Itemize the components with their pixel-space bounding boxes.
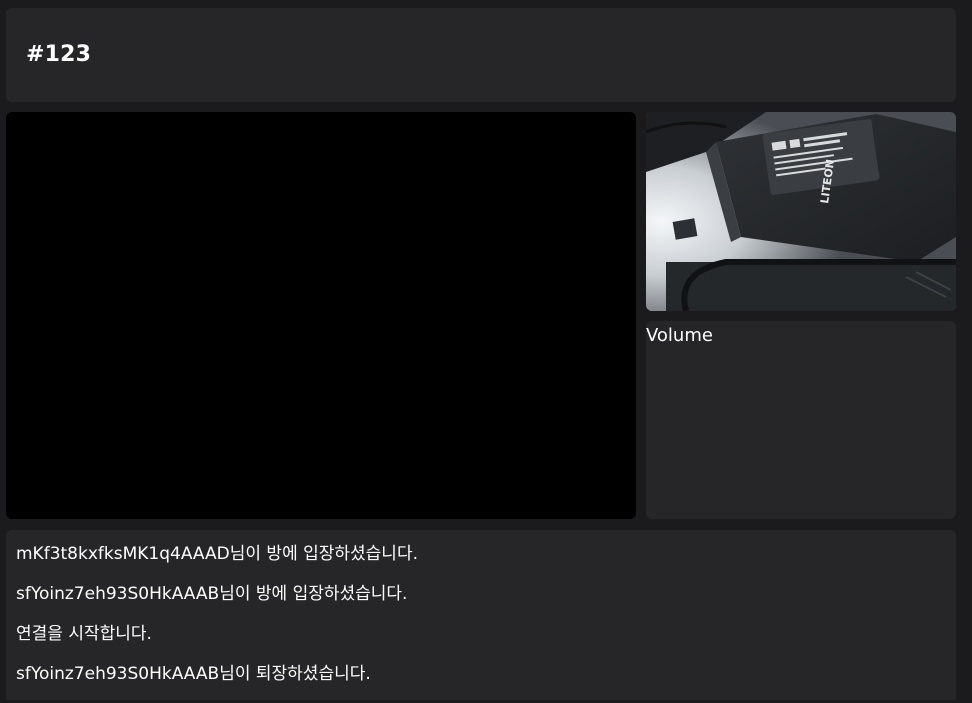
local-camera-video[interactable]: LITEON: [646, 112, 956, 311]
camera-frame-image: LITEON: [646, 112, 956, 311]
room-header: #123: [6, 8, 956, 102]
volume-label: Volume: [646, 325, 713, 346]
log-message: sfYoinz7eh93S0HkAAAB님이 방에 입장하셨습니다.: [16, 584, 408, 604]
room-title: #123: [26, 42, 92, 67]
log-message: mKf3t8kxfksMK1q4AAAD님이 방에 입장하셨습니다.: [16, 544, 418, 564]
log-message: sfYoinz7eh93S0HkAAAB님이 퇴장하셨습니다.: [16, 664, 371, 684]
chat-log-list: mKf3t8kxfksMK1q4AAAD님이 방에 입장하셨습니다. sfYoi…: [16, 543, 418, 703]
main-video[interactable]: [6, 112, 636, 519]
chat-log-panel: mKf3t8kxfksMK1q4AAAD님이 방에 입장하셨습니다. sfYoi…: [6, 530, 956, 700]
log-message: 연결을 시작합니다.: [16, 624, 152, 644]
volume-panel: Volume: [646, 321, 956, 519]
